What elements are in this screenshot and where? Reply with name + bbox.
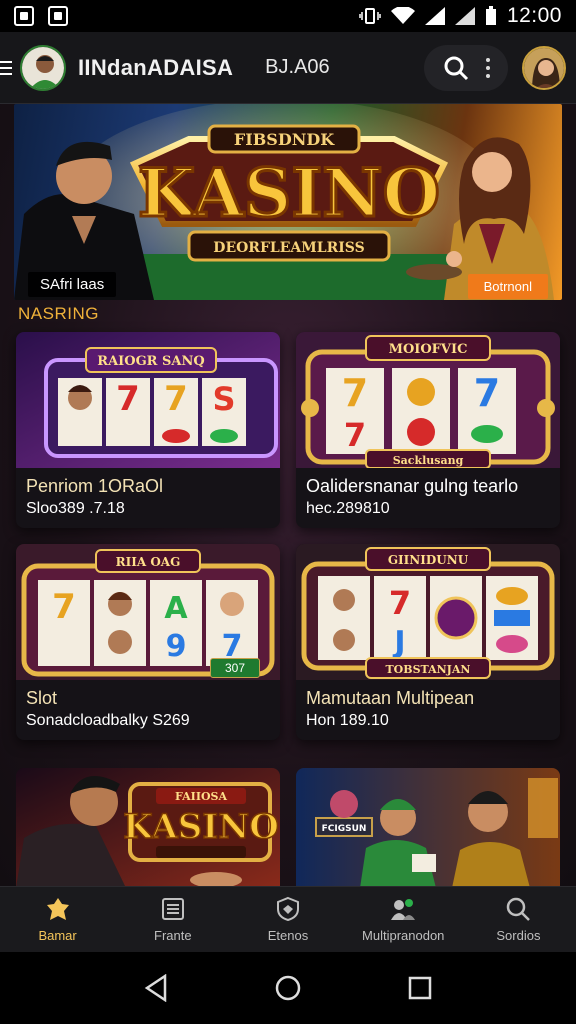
svg-text:7: 7: [389, 584, 411, 622]
nav-item-frante[interactable]: Frante: [115, 887, 230, 952]
hero-badge-text: FIBSDNDK: [234, 130, 335, 149]
system-nav-bar: [0, 952, 576, 1024]
card-subtitle: Sloo389 .7.18: [26, 500, 125, 517]
content-area: FIBSDNDK KASINO DEORFLEAMLRISS SAfri laa…: [0, 104, 576, 886]
card-title: Mamutaan Multipean: [306, 688, 475, 708]
signal-icon: [424, 7, 445, 25]
game-card[interactable]: MOIOFVIC 7 7 7 Sacklusang Oalidersnanar …: [296, 332, 560, 528]
nav-label: Multipranodon: [362, 928, 445, 943]
promo-card[interactable]: FCIGSUN: [296, 768, 560, 886]
card-title: Oalidersnanar gulng tearlo: [306, 476, 519, 496]
wifi-icon: [390, 7, 415, 24]
bottom-nav: Bamar Frante Etenos Multipranodon Sordio…: [0, 886, 576, 952]
game-card[interactable]: GIINIDUNU 7 J TOBSTANJAN Mamutaan Multip…: [296, 544, 560, 740]
nav-label: Sordios: [496, 928, 541, 943]
promo-logo: KASINO: [123, 807, 279, 847]
nav-label: Bamar: [38, 928, 77, 943]
hero-logo: KASINO: [138, 154, 440, 232]
action-group: [424, 44, 508, 91]
card-badge: 307: [210, 658, 261, 678]
promo-card[interactable]: FAIIOSA KASINO: [16, 768, 280, 886]
card-subtitle: Hon 189.10: [306, 712, 389, 729]
promo-banner: FAIIOSA: [175, 790, 228, 803]
nav-item-multiplayer[interactable]: Multipranodon: [346, 887, 461, 952]
home-icon: [46, 898, 69, 920]
nav-label: Frante: [154, 928, 192, 943]
back-icon[interactable]: [143, 974, 169, 1002]
notification-icon: [48, 6, 68, 26]
hero-label: SAfri laas: [28, 272, 117, 297]
recents-icon[interactable]: [407, 975, 433, 1001]
search-icon[interactable]: [443, 55, 469, 81]
search-icon: [507, 897, 531, 921]
svg-text:J: J: [392, 625, 405, 660]
card-banner: MOIOFVIC: [389, 342, 468, 357]
list-icon: [161, 898, 184, 920]
card-banner: GIINIDUNU: [388, 553, 469, 567]
hero-banner[interactable]: FIBSDNDK KASINO DEORFLEAMLRISS SAfri laa…: [14, 104, 562, 300]
card-banner: RIIA OAG: [116, 555, 181, 569]
nav-item-etenos[interactable]: Etenos: [230, 887, 345, 952]
signal-icon: [454, 7, 475, 25]
card-subtitle: Sonadcloadbalky S269: [26, 712, 190, 729]
svg-text:7: 7: [474, 371, 500, 415]
shield-icon: [277, 896, 299, 922]
notification-icon: [14, 6, 34, 26]
status-time: 12:00: [506, 4, 562, 27]
section-title: NASRING: [18, 304, 99, 323]
svg-text:7: 7: [116, 379, 140, 419]
game-card[interactable]: RAIOGR SANQ 7 7 S Penriom 1ORaOl Sloo389…: [16, 332, 280, 528]
more-vertical-icon[interactable]: [485, 57, 490, 78]
nav-item-home[interactable]: Bamar: [0, 887, 115, 952]
svg-text:7: 7: [344, 416, 366, 454]
card-badge: TOBSTANJAN: [386, 663, 471, 676]
svg-text:7: 7: [52, 587, 76, 627]
card-banner: RAIOGR SANQ: [97, 354, 204, 369]
card-title: Slot: [26, 688, 58, 708]
game-card[interactable]: RIIA OAG 7 A 9 7 307 Slot Sonadcloadbalk…: [16, 544, 280, 740]
app-bar: IINdanADAISA BJ.A06: [0, 32, 576, 104]
battery-icon: [485, 6, 496, 25]
vibrate-icon: [359, 8, 381, 24]
svg-text:S: S: [212, 380, 235, 418]
nav-label: Etenos: [267, 928, 309, 943]
svg-text:7: 7: [342, 371, 368, 415]
hero-ribbon: DEORFLEAMLRISS: [213, 240, 364, 256]
menu-icon[interactable]: [0, 60, 14, 75]
avatar[interactable]: [20, 44, 66, 91]
home-button-icon[interactable]: [274, 974, 302, 1002]
card-title: Penriom 1ORaOl: [26, 476, 164, 496]
nav-item-search[interactable]: Sordios: [461, 887, 576, 952]
card-badge: Sacklusang: [393, 454, 464, 467]
app-subtitle: BJ.A06: [265, 56, 330, 78]
promo-sign: FCIGSUN: [322, 824, 367, 834]
svg-text:9: 9: [166, 629, 187, 664]
card-subtitle: hec.289810: [306, 500, 390, 517]
users-icon: [391, 899, 416, 920]
profile-avatar[interactable]: [522, 45, 566, 90]
status-bar: 12:00: [0, 0, 576, 32]
hero-button[interactable]: Botrnonl: [467, 274, 548, 299]
svg-text:A: A: [164, 591, 188, 626]
app-title: IINdanADAISA: [78, 54, 234, 80]
svg-text:7: 7: [164, 379, 188, 419]
